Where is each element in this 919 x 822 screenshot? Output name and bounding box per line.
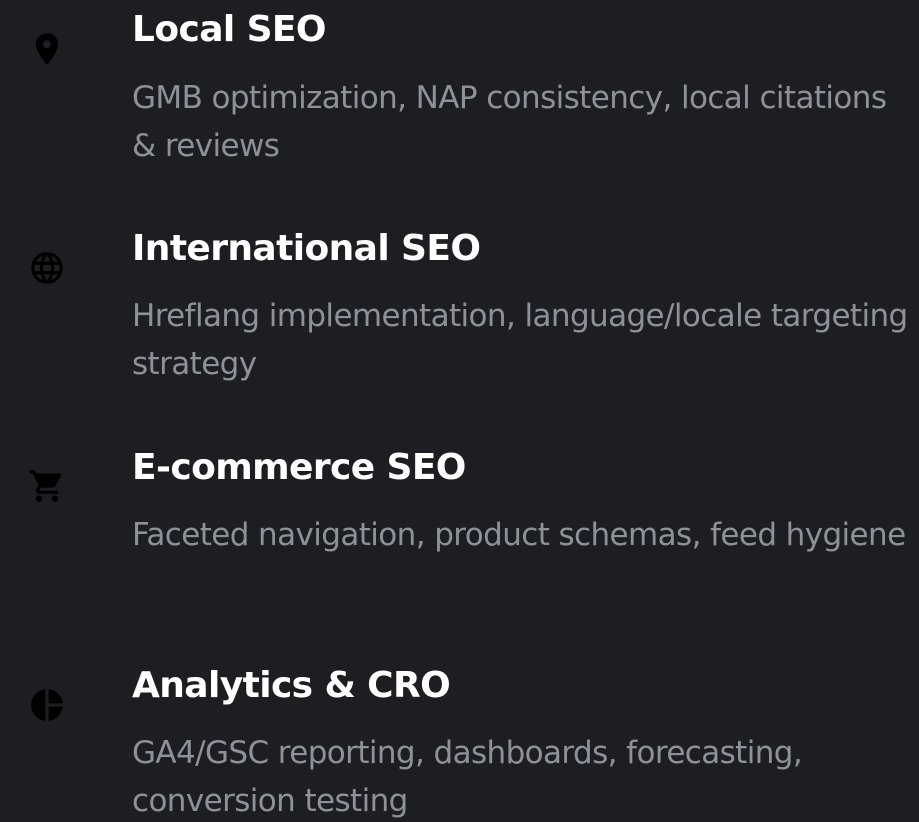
shopping-cart-icon bbox=[28, 467, 66, 505]
service-description: Faceted navigation, product schemas, fee… bbox=[132, 517, 906, 553]
services-list: Local SEO GMB optimization, NAP consiste… bbox=[0, 0, 919, 822]
service-title: International SEO bbox=[132, 228, 481, 269]
pie-chart-icon bbox=[28, 686, 66, 724]
service-description: GMB optimization, NAP consistency, local… bbox=[132, 80, 887, 164]
service-title: Local SEO bbox=[132, 9, 327, 50]
map-pin-icon bbox=[28, 30, 66, 68]
globe-icon bbox=[28, 249, 66, 287]
service-title: Analytics & CRO bbox=[132, 665, 451, 706]
service-title: E-commerce SEO bbox=[132, 447, 466, 488]
service-description: Hreflang implementation, language/locale… bbox=[132, 298, 908, 382]
service-description: GA4/GSC reporting, dashboards, forecasti… bbox=[132, 735, 803, 819]
